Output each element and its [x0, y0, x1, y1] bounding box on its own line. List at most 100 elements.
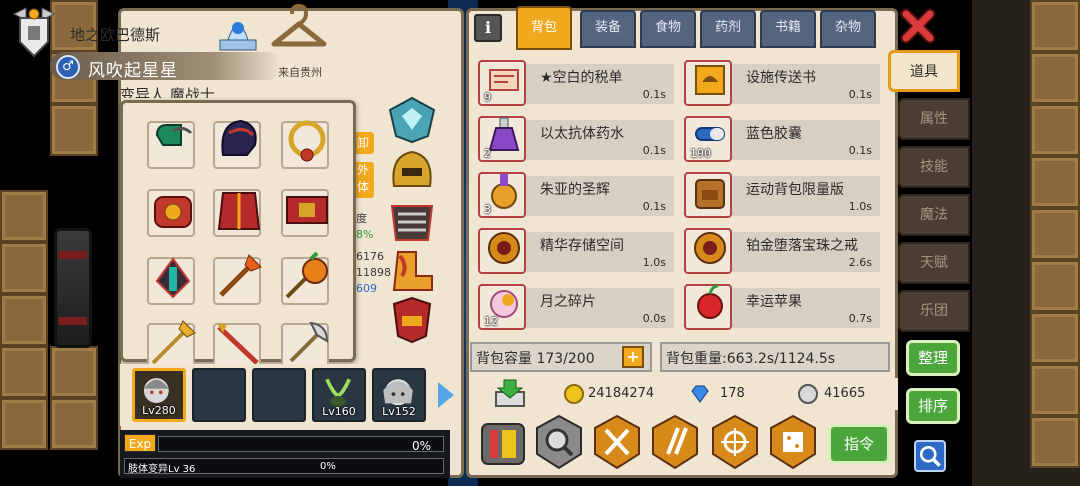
tab-misc[interactable]: 杂物	[820, 10, 876, 48]
team-member-slot[interactable]: Lv152	[372, 368, 426, 422]
experience-area: Exp 0% 肢体变异Lv 36 0%	[120, 430, 450, 478]
item-name: 精华存储空间	[540, 238, 624, 254]
floor-tile	[1030, 312, 1080, 364]
silver-amount: 41665	[824, 386, 866, 401]
expand-capacity-button[interactable]: +	[622, 346, 644, 368]
silver-axe-icon	[289, 321, 329, 363]
item-count: 2	[484, 147, 491, 160]
demon-mask-icon[interactable]	[384, 296, 440, 344]
guild-badge-icon[interactable]	[12, 6, 56, 58]
wardrobe-hanger-icon[interactable]	[270, 4, 328, 54]
command-button[interactable]: 指令	[828, 424, 890, 464]
inventory-item[interactable]: 2 以太抗体药水 0.1s	[478, 116, 674, 168]
item-name: 朱亚的圣辉	[540, 182, 610, 198]
equip-slot[interactable]	[147, 189, 195, 237]
equip-slot[interactable]	[147, 257, 195, 305]
equip-slot[interactable]	[213, 189, 261, 237]
platinum-ring-icon	[694, 232, 726, 264]
tab-potions[interactable]: 药剂	[700, 10, 756, 48]
side-tab-skills[interactable]: 技能	[898, 146, 970, 188]
inventory-item[interactable]: 190 蓝色胶囊 0.1s	[684, 116, 880, 168]
tab-equipment[interactable]: 装备	[580, 10, 636, 48]
item-name: 月之碎片	[540, 294, 596, 310]
floor-tile	[1030, 416, 1080, 468]
inventory-item[interactable]: 精华存储空间 1.0s	[478, 228, 674, 280]
team-member-slot[interactable]: Lv160	[312, 368, 366, 422]
item-weight: 0.0s	[642, 312, 666, 325]
floor-tile	[1030, 364, 1080, 416]
diamond-icon	[691, 385, 709, 403]
inventory-item[interactable]: 幸运苹果 0.7s	[684, 284, 880, 336]
item-name: 设施传送书	[746, 70, 816, 86]
flame-boots-icon[interactable]	[384, 246, 440, 294]
floor-tile	[1030, 260, 1080, 312]
twin-swords-icon[interactable]	[650, 414, 700, 470]
item-name: ★空白的税单	[540, 70, 623, 86]
male-gender-icon: ♂	[56, 55, 80, 79]
close-icon[interactable]	[900, 8, 936, 44]
magnifier-icon[interactable]	[534, 414, 584, 470]
necklace-icon	[288, 120, 326, 162]
golden-helm-icon[interactable]	[384, 146, 440, 194]
floor-tile	[0, 242, 48, 294]
inventory-item[interactable]: 设施传送书 0.1s	[684, 60, 880, 112]
inventory-item[interactable]: 12 月之碎片 0.0s	[478, 284, 674, 336]
side-tab-attributes[interactable]: 属性	[898, 98, 970, 140]
inventory-item[interactable]: 3 朱亚的圣辉 0.1s	[478, 172, 674, 224]
equip-slot[interactable]	[281, 189, 329, 237]
equip-slot[interactable]	[281, 120, 329, 169]
sort-button[interactable]: 排序	[906, 388, 960, 424]
equip-slot[interactable]	[213, 119, 261, 169]
store-down-icon[interactable]	[492, 378, 528, 408]
numbered-list-icon[interactable]	[478, 414, 528, 470]
armored-belt-icon	[286, 196, 328, 224]
side-tab-magic[interactable]: 魔法	[898, 194, 970, 236]
target-icon[interactable]	[710, 414, 760, 470]
item-name: 运动背包限量版	[746, 182, 844, 198]
item-count: 12	[484, 315, 498, 328]
tab-books[interactable]: 书籍	[760, 10, 816, 48]
golden-spear-icon	[151, 320, 196, 365]
side-tab-talents[interactable]: 天赋	[898, 242, 970, 284]
equipment-side-column	[384, 96, 444, 346]
inventory-item[interactable]: 运动背包限量版 1.0s	[684, 172, 880, 224]
item-count: 190	[690, 147, 711, 160]
tab-food[interactable]: 食物	[640, 10, 696, 48]
team-member-slot-empty[interactable]	[252, 368, 306, 422]
team-row: Lv280 Lv160 Lv152	[120, 364, 460, 426]
crystal-shrine-icon[interactable]	[214, 6, 262, 54]
equip-slot[interactable]	[213, 254, 262, 305]
item-weight: 0.1s	[848, 144, 872, 157]
player-name: 风吹起星星	[88, 61, 178, 81]
stat-fragment: 609	[356, 282, 377, 295]
tab-backpack[interactable]: 背包	[516, 6, 572, 50]
exp-label: Exp	[124, 434, 156, 452]
dark-armor-icon[interactable]	[384, 196, 440, 244]
side-tab-items[interactable]: 道具	[888, 50, 960, 92]
info-icon[interactable]: i	[474, 14, 502, 42]
floor-tile	[1030, 52, 1080, 104]
item-weight: 1.0s	[642, 256, 666, 269]
organize-button[interactable]: 整理	[906, 340, 960, 376]
floor-tile	[0, 190, 48, 242]
floor-tile	[1030, 156, 1080, 208]
player-origin: 来自贵州	[278, 66, 322, 79]
crossed-blades-icon[interactable]	[592, 414, 642, 470]
floor-tile	[50, 398, 98, 450]
dice-icon[interactable]	[768, 414, 818, 470]
search-icon[interactable]	[914, 440, 946, 472]
equip-slot[interactable]	[281, 251, 329, 305]
equip-slot[interactable]	[147, 121, 195, 169]
item-name: 以太抗体药水	[540, 126, 624, 142]
inventory-item[interactable]: 9 ★空白的税单 0.1s	[478, 60, 674, 112]
team-scroll-right-icon[interactable]	[438, 382, 454, 408]
team-member-slot-empty[interactable]	[192, 368, 246, 422]
inventory-item[interactable]: 铂金堕落宝珠之戒 2.6s	[684, 228, 880, 280]
stat-fragment: 8%	[356, 228, 374, 241]
flame-staff-icon	[219, 254, 262, 297]
exp-percent: 0%	[412, 439, 432, 453]
shield-gem-icon[interactable]	[384, 96, 440, 144]
pumpkin-mace-icon	[285, 251, 328, 299]
team-member-slot[interactable]: Lv280	[132, 368, 186, 422]
side-tab-band[interactable]: 乐团	[898, 290, 970, 332]
